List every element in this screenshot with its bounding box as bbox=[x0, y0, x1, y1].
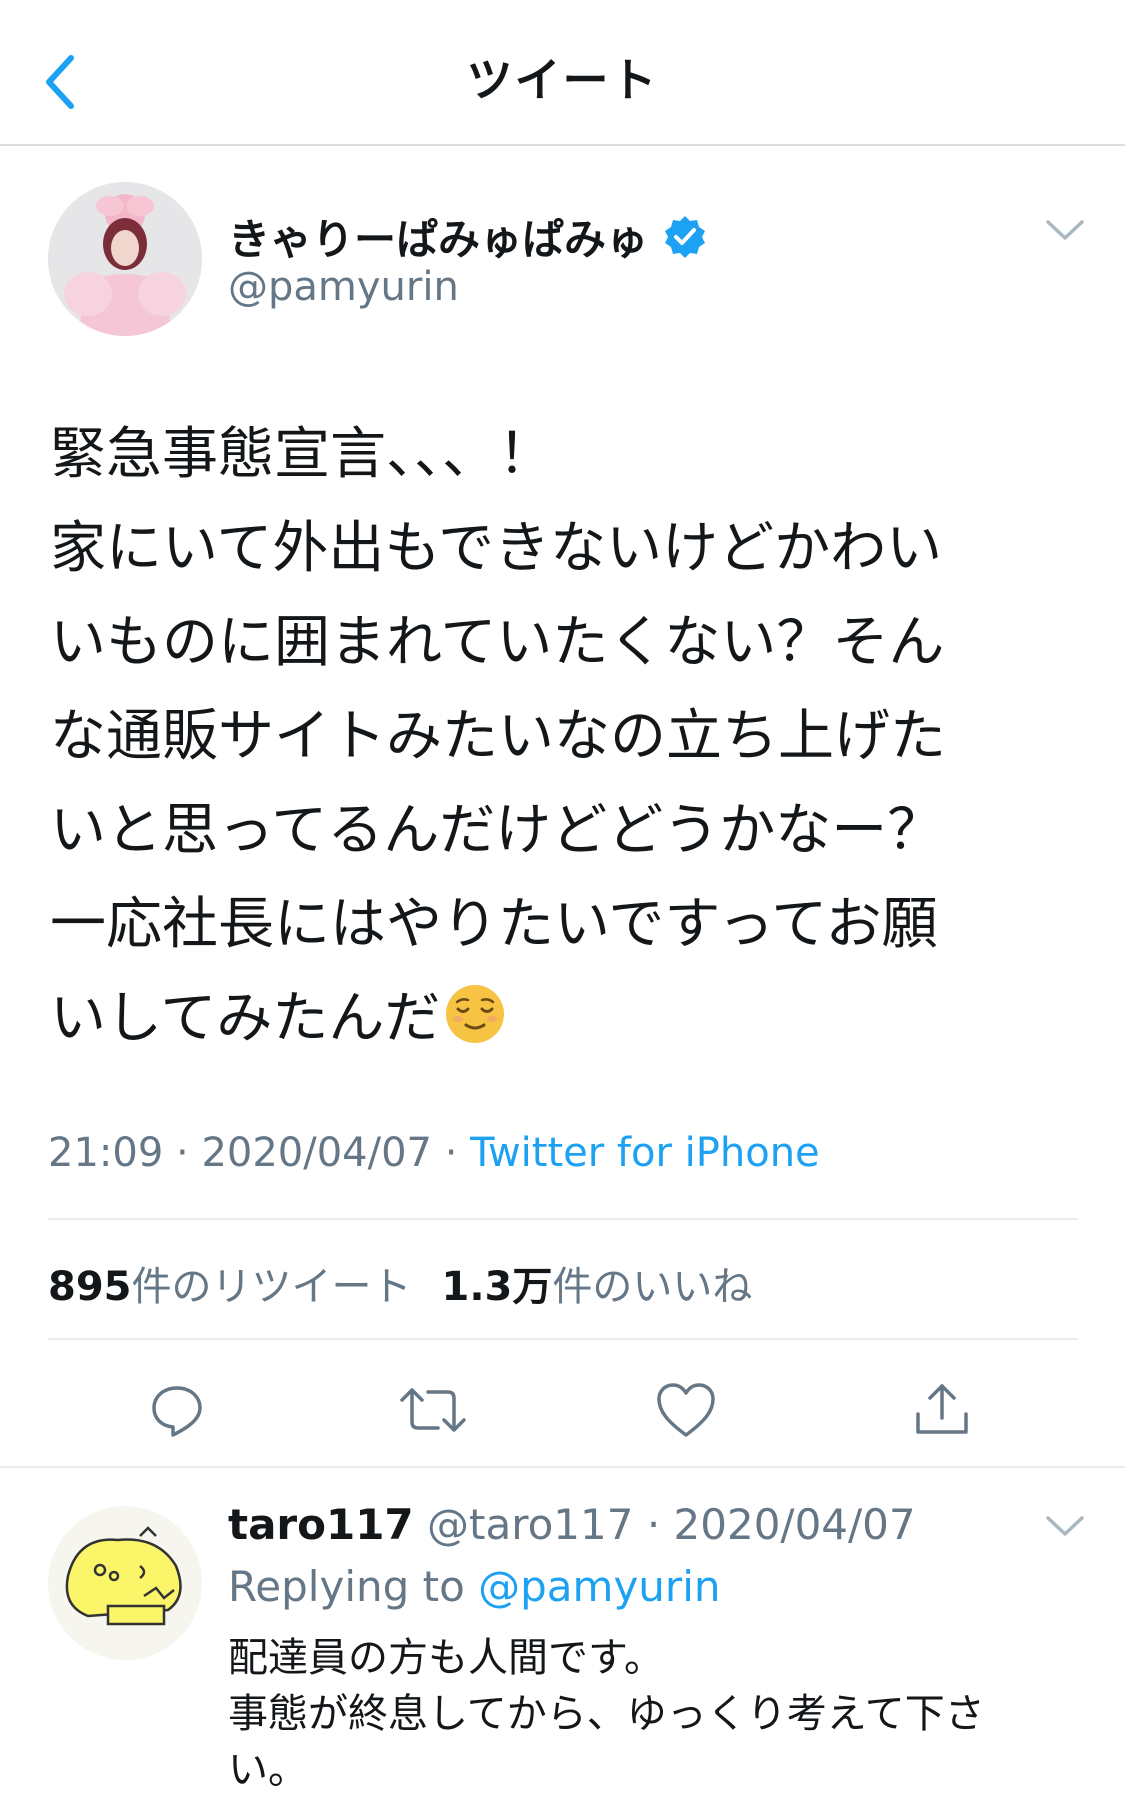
retweet-count: 895 bbox=[48, 1264, 132, 1310]
tweet-text-line: 緊急事態宣言、、、！ bbox=[50, 422, 554, 487]
reply-options-button[interactable] bbox=[1040, 1506, 1090, 1546]
tweet-text-line: いものに囲まれていたくない？そん bbox=[50, 610, 945, 675]
share-button[interactable] bbox=[902, 1370, 982, 1450]
heart-icon bbox=[657, 1383, 715, 1437]
reply-date: 2020/04/07 bbox=[673, 1500, 916, 1549]
relieved-face-emoji-icon bbox=[446, 985, 505, 1043]
meta-separator: · bbox=[431, 1130, 471, 1176]
reply-author-name[interactable]: taro117 bbox=[228, 1500, 414, 1549]
tweet-stats: 895件のリツイート 1.3万件のいいね bbox=[48, 1254, 752, 1312]
reply-text-line: い。 bbox=[228, 1747, 308, 1793]
replying-to: Replying to @pamyurin bbox=[228, 1562, 720, 1611]
author-display-name: きゃりーぱみゅぱみゅ bbox=[228, 215, 649, 264]
page-title: ツイート bbox=[466, 53, 659, 107]
like-button[interactable] bbox=[646, 1370, 726, 1450]
reply-author-handle[interactable]: @taro117 bbox=[427, 1500, 633, 1549]
reply-author-avatar[interactable] bbox=[48, 1506, 202, 1660]
tweet-text-line: いと思ってるんだけどどうかなー？ bbox=[50, 798, 944, 863]
retweet-button[interactable] bbox=[393, 1370, 473, 1450]
chevron-down-icon bbox=[1046, 1516, 1084, 1536]
tweet-text-line: いしてみたんだ bbox=[50, 986, 441, 1051]
share-icon bbox=[916, 1384, 968, 1434]
tweet-meta: 21:09 · 2020/04/07 · Twitter for iPhone bbox=[48, 1130, 820, 1176]
like-count: 1.3万 bbox=[441, 1264, 553, 1310]
tweet-text-line: 家にいて外出もできないけどかわい bbox=[50, 516, 943, 581]
tweet-options-button[interactable] bbox=[1040, 210, 1090, 250]
reply-icon bbox=[152, 1386, 202, 1437]
replying-to-mention[interactable]: @pamyurin bbox=[478, 1562, 720, 1611]
reply-text: 配達員の方も人間です。 事態が終息してから、ゆっくり考えて下さ い。 bbox=[228, 1630, 1088, 1798]
divider bbox=[0, 1466, 1125, 1468]
tweet-time: 21:09 bbox=[48, 1130, 164, 1176]
tweet-text-line: 一応社長にはやりたいですってお願 bbox=[50, 892, 938, 957]
meta-separator: · bbox=[646, 1500, 661, 1549]
retweets-stat[interactable]: 895件のリツイート bbox=[48, 1264, 412, 1310]
reply-text-line: 事態が終息してから、ゆっくり考えて下さ bbox=[228, 1691, 985, 1737]
tweet-text: 緊急事態宣言、、、！ 家にいて外出もできないけどかわい いものに囲まれていたくな… bbox=[50, 408, 1080, 1066]
avatar-image bbox=[48, 182, 202, 336]
tweet-text-last-line: いしてみたんだ bbox=[50, 972, 1080, 1066]
author-name[interactable]: きゃりーぱみゅぱみゅ bbox=[228, 206, 708, 267]
author-avatar[interactable] bbox=[48, 182, 202, 336]
avatar-image bbox=[48, 1506, 202, 1660]
tweet-source-link[interactable]: Twitter for iPhone bbox=[470, 1130, 820, 1176]
replying-prefix: Replying to bbox=[228, 1562, 479, 1611]
likes-stat[interactable]: 1.3万件のいいね bbox=[442, 1264, 753, 1310]
like-label: 件のいいね bbox=[552, 1264, 753, 1310]
verified-badge-icon bbox=[665, 215, 706, 258]
reply-text-line: 配達員の方も人間です。 bbox=[228, 1635, 664, 1681]
author-handle[interactable]: @pamyurin bbox=[228, 264, 459, 310]
tweet-text-line: な通販サイトみたいなの立ち上げた bbox=[50, 704, 946, 769]
tweet-actions-bar bbox=[0, 1360, 1125, 1450]
chevron-down-icon bbox=[1046, 220, 1084, 240]
meta-separator: · bbox=[163, 1130, 202, 1176]
retweet-label: 件のリツイート bbox=[131, 1264, 412, 1310]
tweet-date: 2020/04/07 bbox=[201, 1130, 432, 1176]
reply-header: taro117 @taro117 · 2020/04/07 bbox=[228, 1500, 916, 1549]
reply-button[interactable] bbox=[137, 1370, 217, 1450]
divider bbox=[48, 1338, 1078, 1340]
divider bbox=[48, 1218, 1078, 1220]
retweet-icon bbox=[400, 1388, 466, 1432]
